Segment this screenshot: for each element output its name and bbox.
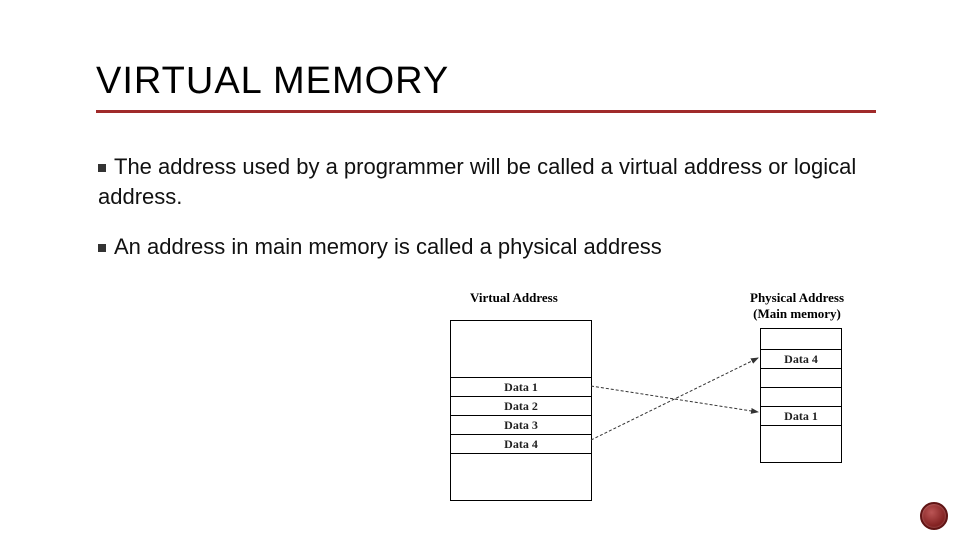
- bullet-1-text: The address used by a programmer will be…: [98, 154, 856, 209]
- bullet-2: An address in main memory is called a ph…: [98, 232, 858, 262]
- bullet-2-text: An address in main memory is called a ph…: [114, 234, 662, 259]
- bullet-1: The address used by a programmer will be…: [98, 152, 858, 211]
- bullet-marker-icon: [98, 164, 106, 172]
- address-mapping-diagram: Virtual Address Physical Address (Main m…: [430, 290, 890, 530]
- title-underline: [96, 110, 876, 113]
- slide-badge-icon: [920, 502, 948, 530]
- bullet-marker-icon: [98, 244, 106, 252]
- page-title: VIRTUAL MEMORY: [96, 60, 449, 103]
- mapping-arrows: [430, 290, 890, 530]
- slide: VIRTUAL MEMORY The address used by a pro…: [0, 0, 960, 540]
